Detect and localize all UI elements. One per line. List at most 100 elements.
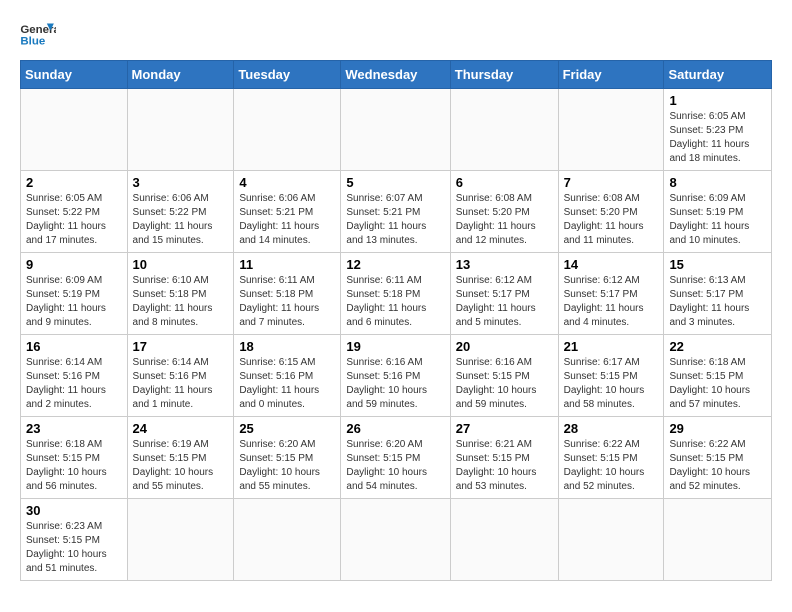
calendar-cell: 17Sunrise: 6:14 AM Sunset: 5:16 PM Dayli… bbox=[127, 335, 234, 417]
day-info: Sunrise: 6:22 AM Sunset: 5:15 PM Dayligh… bbox=[564, 438, 659, 494]
day-info: Sunrise: 6:06 AM Sunset: 5:22 PM Dayligh… bbox=[133, 192, 229, 248]
day-header-sunday: Sunday bbox=[21, 61, 128, 89]
day-info: Sunrise: 6:13 AM Sunset: 5:17 PM Dayligh… bbox=[669, 274, 766, 330]
calendar-cell: 20 Sunrise: 6:16 AM Sunset: 5:15 PM Dayli… bbox=[450, 335, 558, 417]
day-number: 8 bbox=[669, 175, 766, 190]
calendar-cell: 6Sunrise: 6:08 AM Sunset: 5:20 PM Daylig… bbox=[450, 171, 558, 253]
calendar-week-5: 30Sunrise: 6:23 AM Sunset: 5:15 PM Dayli… bbox=[21, 499, 772, 581]
day-number: 12 bbox=[346, 257, 444, 272]
day-info: Sunrise: 6:05 AM Sunset: 5:22 PM Dayligh… bbox=[26, 192, 122, 248]
calendar-cell: 8 Sunrise: 6:09 AM Sunset: 5:19 PM Daylig… bbox=[664, 171, 772, 253]
day-info: Sunrise: 6:18 AM Sunset: 5:15 PM Dayligh… bbox=[26, 438, 122, 494]
day-number: 18 bbox=[239, 339, 335, 354]
calendar-week-0: 1 Sunrise: 6:05 AM Sunset: 5:23 PM Daylig… bbox=[21, 89, 772, 171]
day-info: Sunrise: 6:11 AM Sunset: 5:18 PM Dayligh… bbox=[346, 274, 444, 330]
calendar-week-2: 9Sunrise: 6:09 AM Sunset: 5:19 PM Daylig… bbox=[21, 253, 772, 335]
day-number: 1 bbox=[669, 93, 766, 108]
day-info: Sunrise: 6:20 AM Sunset: 5:15 PM Dayligh… bbox=[346, 438, 444, 494]
day-info: Sunrise: 6:16 AM Sunset: 5:15 PM Dayligh… bbox=[456, 356, 553, 412]
calendar-cell: 29Sunrise: 6:22 AM Sunset: 5:15 PM Dayli… bbox=[664, 417, 772, 499]
calendar-cell: 14 Sunrise: 6:12 AM Sunset: 5:17 PM Dayli… bbox=[558, 253, 664, 335]
calendar-cell: 4Sunrise: 6:06 AM Sunset: 5:21 PM Daylig… bbox=[234, 171, 341, 253]
day-info: Sunrise: 6:08 AM Sunset: 5:20 PM Dayligh… bbox=[456, 192, 553, 248]
calendar-cell bbox=[234, 89, 341, 171]
day-number: 21 bbox=[564, 339, 659, 354]
calendar-cell: 11 Sunrise: 6:11 AM Sunset: 5:18 PM Dayli… bbox=[234, 253, 341, 335]
day-number: 25 bbox=[239, 421, 335, 436]
day-info: Sunrise: 6:12 AM Sunset: 5:17 PM Dayligh… bbox=[456, 274, 553, 330]
day-number: 27 bbox=[456, 421, 553, 436]
day-number: 2 bbox=[26, 175, 122, 190]
calendar-cell: 16 Sunrise: 6:14 AM Sunset: 5:16 PM Dayli… bbox=[21, 335, 128, 417]
calendar-cell: 7 Sunrise: 6:08 AM Sunset: 5:20 PM Daylig… bbox=[558, 171, 664, 253]
day-info: Sunrise: 6:15 AM Sunset: 5:16 PM Dayligh… bbox=[239, 356, 335, 412]
day-number: 30 bbox=[26, 503, 122, 518]
calendar-cell: 2 Sunrise: 6:05 AM Sunset: 5:22 PM Daylig… bbox=[21, 171, 128, 253]
day-number: 20 bbox=[456, 339, 553, 354]
calendar-cell bbox=[664, 499, 772, 581]
day-info: Sunrise: 6:05 AM Sunset: 5:23 PM Dayligh… bbox=[669, 110, 766, 166]
calendar-cell bbox=[450, 499, 558, 581]
day-number: 4 bbox=[239, 175, 335, 190]
header: General Blue bbox=[20, 20, 772, 50]
day-number: 14 bbox=[564, 257, 659, 272]
day-info: Sunrise: 6:19 AM Sunset: 5:15 PM Dayligh… bbox=[133, 438, 229, 494]
day-info: Sunrise: 6:11 AM Sunset: 5:18 PM Dayligh… bbox=[239, 274, 335, 330]
calendar-cell bbox=[234, 499, 341, 581]
day-number: 26 bbox=[346, 421, 444, 436]
calendar-cell: 19Sunrise: 6:16 AM Sunset: 5:16 PM Dayli… bbox=[341, 335, 450, 417]
calendar-cell bbox=[341, 499, 450, 581]
calendar-cell bbox=[21, 89, 128, 171]
day-number: 10 bbox=[133, 257, 229, 272]
day-info: Sunrise: 6:14 AM Sunset: 5:16 PM Dayligh… bbox=[26, 356, 122, 412]
day-number: 16 bbox=[26, 339, 122, 354]
day-number: 15 bbox=[669, 257, 766, 272]
day-number: 22 bbox=[669, 339, 766, 354]
calendar-week-1: 2 Sunrise: 6:05 AM Sunset: 5:22 PM Daylig… bbox=[21, 171, 772, 253]
calendar-cell bbox=[558, 499, 664, 581]
day-info: Sunrise: 6:17 AM Sunset: 5:15 PM Dayligh… bbox=[564, 356, 659, 412]
calendar-cell: 9Sunrise: 6:09 AM Sunset: 5:19 PM Daylig… bbox=[21, 253, 128, 335]
calendar-cell: 21 Sunrise: 6:17 AM Sunset: 5:15 PM Dayli… bbox=[558, 335, 664, 417]
svg-text:Blue: Blue bbox=[20, 36, 45, 48]
calendar-cell: 1 Sunrise: 6:05 AM Sunset: 5:23 PM Daylig… bbox=[664, 89, 772, 171]
day-info: Sunrise: 6:20 AM Sunset: 5:15 PM Dayligh… bbox=[239, 438, 335, 494]
day-info: Sunrise: 6:12 AM Sunset: 5:17 PM Dayligh… bbox=[564, 274, 659, 330]
day-info: Sunrise: 6:21 AM Sunset: 5:15 PM Dayligh… bbox=[456, 438, 553, 494]
calendar-cell: 10 Sunrise: 6:10 AM Sunset: 5:18 PM Dayli… bbox=[127, 253, 234, 335]
calendar-table: SundayMondayTuesdayWednesdayThursdayFrid… bbox=[20, 60, 772, 581]
day-info: Sunrise: 6:10 AM Sunset: 5:18 PM Dayligh… bbox=[133, 274, 229, 330]
calendar-body: 1 Sunrise: 6:05 AM Sunset: 5:23 PM Daylig… bbox=[21, 89, 772, 581]
day-number: 3 bbox=[133, 175, 229, 190]
day-number: 19 bbox=[346, 339, 444, 354]
day-header-saturday: Saturday bbox=[664, 61, 772, 89]
day-number: 17 bbox=[133, 339, 229, 354]
day-number: 9 bbox=[26, 257, 122, 272]
day-number: 23 bbox=[26, 421, 122, 436]
day-info: Sunrise: 6:07 AM Sunset: 5:21 PM Dayligh… bbox=[346, 192, 444, 248]
day-number: 11 bbox=[239, 257, 335, 272]
calendar-cell: 23 Sunrise: 6:18 AM Sunset: 5:15 PM Dayli… bbox=[21, 417, 128, 499]
day-info: Sunrise: 6:08 AM Sunset: 5:20 PM Dayligh… bbox=[564, 192, 659, 248]
calendar-cell: 13Sunrise: 6:12 AM Sunset: 5:17 PM Dayli… bbox=[450, 253, 558, 335]
calendar-cell: 5 Sunrise: 6:07 AM Sunset: 5:21 PM Daylig… bbox=[341, 171, 450, 253]
calendar-cell: 18 Sunrise: 6:15 AM Sunset: 5:16 PM Dayli… bbox=[234, 335, 341, 417]
calendar-cell bbox=[341, 89, 450, 171]
calendar-cell: 25 Sunrise: 6:20 AM Sunset: 5:15 PM Dayli… bbox=[234, 417, 341, 499]
day-number: 5 bbox=[346, 175, 444, 190]
calendar-week-3: 16 Sunrise: 6:14 AM Sunset: 5:16 PM Dayli… bbox=[21, 335, 772, 417]
calendar-cell bbox=[127, 89, 234, 171]
calendar-cell: 15 Sunrise: 6:13 AM Sunset: 5:17 PM Dayli… bbox=[664, 253, 772, 335]
calendar-week-4: 23 Sunrise: 6:18 AM Sunset: 5:15 PM Dayli… bbox=[21, 417, 772, 499]
calendar-cell: 24Sunrise: 6:19 AM Sunset: 5:15 PM Dayli… bbox=[127, 417, 234, 499]
day-number: 7 bbox=[564, 175, 659, 190]
calendar-cell: 12 Sunrise: 6:11 AM Sunset: 5:18 PM Dayli… bbox=[341, 253, 450, 335]
calendar-cell: 26 Sunrise: 6:20 AM Sunset: 5:15 PM Dayli… bbox=[341, 417, 450, 499]
calendar-cell bbox=[558, 89, 664, 171]
calendar-cell: 27 Sunrise: 6:21 AM Sunset: 5:15 PM Dayli… bbox=[450, 417, 558, 499]
day-info: Sunrise: 6:09 AM Sunset: 5:19 PM Dayligh… bbox=[669, 192, 766, 248]
calendar-cell: 3 Sunrise: 6:06 AM Sunset: 5:22 PM Daylig… bbox=[127, 171, 234, 253]
calendar-cell: 30Sunrise: 6:23 AM Sunset: 5:15 PM Dayli… bbox=[21, 499, 128, 581]
day-number: 29 bbox=[669, 421, 766, 436]
calendar-header-row: SundayMondayTuesdayWednesdayThursdayFrid… bbox=[21, 61, 772, 89]
